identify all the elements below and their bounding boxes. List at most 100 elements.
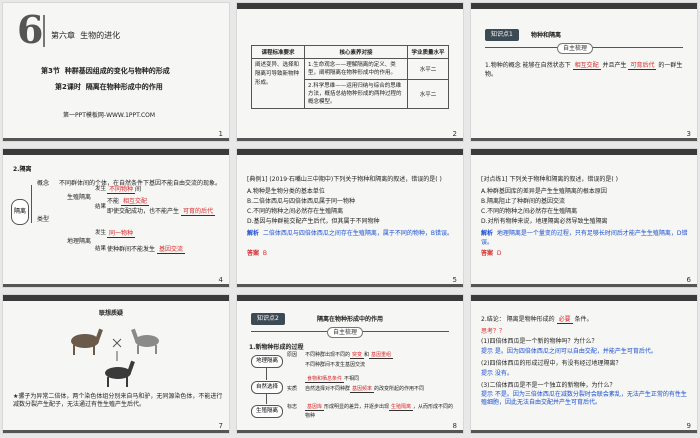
self-study-pill: 自主梳理: [557, 43, 594, 54]
table-cell: 水平二: [407, 79, 449, 109]
question-3: (3)二倍体西瓜是不是一个独立的新物种，为什么？: [481, 382, 616, 389]
slide-1-thumbnail[interactable]: 6 第六章 生物的进化 第3节 种群基因组成的变化与物种的形成 第2课时 隔离在…: [2, 2, 230, 142]
cause-row-2: 不同种群间不发生基因交流: [305, 362, 366, 368]
text-span: 间: [135, 186, 142, 193]
bottom-bar: [237, 284, 463, 287]
fill-blank: 基因频率: [350, 386, 375, 393]
text-span: 不能: [107, 198, 120, 205]
selection-row-2: 自然选择对不同种群 基因频率 的改变所起的作用不同: [305, 385, 424, 394]
mule-icon: [105, 360, 135, 387]
table-cell: 1.生命观念——理解隔离的定义、类型，阐明隔离在物种形成中的作用。: [304, 58, 408, 80]
chapter-big-number: 6: [17, 7, 44, 52]
cause-row-1: 不同种群出现不同的 突变和基因重组: [305, 351, 394, 360]
lesson-title: 隔离在物种形成中的作用: [85, 83, 163, 91]
answer-2: 提示 没有。: [481, 370, 513, 377]
bottom-bar: [3, 138, 229, 141]
question-stem: [典例1] (2019·石嘴山三中期中)下列关于物种和隔离的叙述，错误的是( ): [247, 176, 442, 183]
repro-result-row-1: 不能 相互交配: [107, 197, 149, 206]
fill-blank: 同一物种: [107, 230, 136, 238]
text-span: 形成明显的差异，并逐步出现: [324, 404, 390, 410]
fill-blank: 相互交配: [120, 198, 149, 206]
reproductive-isolation-node: 生殖隔离: [251, 405, 283, 418]
option-b: B.二倍体西瓜与四倍体西瓜属于同一物种: [247, 198, 356, 205]
option-c: C.不同的物种之间必然存在生殖隔离: [247, 208, 344, 215]
slide-7-thumbnail[interactable]: 联想质疑 ★骡子为异常二倍体，两个染色体组分别来自马和驴，无同源染色体，不能进行…: [2, 294, 230, 434]
top-bar: [471, 149, 697, 155]
table-row: 阐述变异、选择和隔离可导致新物种形成。 1.生命观念——理解隔离的定义、类型，阐…: [251, 58, 449, 109]
top-bar: [237, 295, 463, 301]
section-heading: 2.隔离: [13, 166, 32, 173]
option-d: D.对所有物种来说，地理隔离必然导致生殖隔离: [481, 218, 608, 225]
question-stem: [对点练1] 下列关于物种和隔离的叙述，错误的是( ): [481, 176, 618, 183]
slide-number: 6: [686, 276, 691, 284]
slide-number: 3: [686, 130, 691, 138]
geographic-isolation-node: 地理隔离: [251, 355, 283, 368]
option-d: D.基因与种群能交配产生后代，但其属于不同物种: [247, 218, 380, 225]
answer-line: 答案 B: [247, 249, 267, 258]
explain-label: 解析: [247, 230, 260, 237]
think-heading: 思考？？: [481, 328, 506, 335]
fill-blank: 食物和栖息条件: [305, 376, 345, 383]
fill-blank: 突变: [350, 352, 365, 359]
tab-title: 隔离在物种形成中的作用: [317, 316, 384, 323]
fill-blank: 可育的后代: [180, 208, 215, 216]
question-2: (2)四倍体西瓜的形成过程中，有没有经过地理隔离？: [481, 360, 622, 367]
slide-number: 9: [686, 422, 691, 430]
section-title: 种群基因组成的变化与物种的形成: [64, 67, 170, 75]
slide-6-thumbnail[interactable]: [对点练1] 下列关于物种和隔离的叙述，错误的是( ) A.种群基因库的差异是产…: [470, 148, 698, 288]
top-bar: [237, 149, 463, 155]
cross-symbol-icon: [112, 338, 122, 361]
slide-2-thumbnail[interactable]: 课程标准要求 核心素养对接 学业质量水平 阐述变异、选择和隔离可导致新物种形成。…: [236, 2, 464, 142]
donkey-icon: [131, 328, 159, 354]
geo-happen-row: 同一物种: [107, 229, 136, 238]
happen-label: 发生: [95, 186, 107, 192]
fill-blank: 基因交流: [156, 246, 185, 254]
fill-blank: 基因重组: [369, 352, 394, 359]
explain-text: 地理隔离是一个量变的过程，只有足够长时间后才能产生生殖隔离，D错误。: [481, 230, 688, 246]
geographic-isolation-node: 地理隔离: [67, 238, 92, 245]
slide-number: 4: [218, 276, 223, 284]
explain-label: 解析: [481, 230, 494, 237]
arrow-line: [266, 367, 267, 380]
option-a: A.种群基因库的差异是产生生殖隔离的根本原因: [481, 188, 607, 195]
slide-number: 8: [452, 422, 457, 430]
geo-result-row: 使种群间不能发生 基因交流: [107, 245, 185, 254]
bottom-bar: [471, 430, 697, 433]
option-a: A.物种是生物分类的基本单位: [247, 188, 325, 195]
essence-label: 实质: [287, 386, 298, 392]
text-span: 隔离是物种形成的: [506, 316, 555, 323]
bottom-bar: [471, 284, 697, 287]
slide-3-thumbnail[interactable]: 知识点1 物种和隔离 自主梳理 1.物种的概念 能够在自然状态下 相互交配 并且…: [470, 2, 698, 142]
section-line: 第3节 种群基因组成的变化与物种的形成: [41, 67, 170, 76]
answer-label: 答案: [247, 250, 260, 257]
happen-label: 发生: [95, 230, 107, 236]
knowledge-tab: 知识点1: [485, 29, 519, 41]
slide-9-thumbnail[interactable]: 2.结论： 隔离是物种形成的 必要 条件。 思考？？ (1)四倍体西瓜是一个新的…: [470, 294, 698, 434]
slide-number: 2: [452, 130, 457, 138]
text-span: 2.结论：: [481, 316, 505, 323]
text-span: 不相同: [344, 376, 360, 382]
marker-label: 标志: [287, 404, 298, 410]
slide-8-thumbnail[interactable]: 知识点2 隔离在物种形成中的作用 自主梳理 1.新物种形成的过程 地理隔离 自然…: [236, 294, 464, 434]
question-1: (1)四倍体西瓜是一个新的物种吗？为什么？: [481, 338, 598, 345]
top-bar: [3, 295, 229, 301]
answer-line: 答案 D: [481, 249, 501, 258]
table-header: 核心素养对接: [304, 45, 408, 59]
result-label: 结果: [95, 246, 107, 252]
answer-1: 提示 是。因为四倍体西瓜之间可以自由交配，并能产生可育后代。: [481, 348, 657, 355]
answer-3: 提示 不是。因为三倍体西瓜在减数分裂时会联会紊乱，无法产生正常的有性生殖细胞，因…: [481, 391, 687, 406]
slide-5-thumbnail[interactable]: [典例1] (2019·石嘴山三中期中)下列关于物种和隔离的叙述，错误的是( )…: [236, 148, 464, 288]
table-header: 学业质量水平: [407, 45, 449, 59]
slide-number: 1: [218, 130, 223, 138]
answer-value: D: [496, 250, 502, 257]
species-definition: 1.物种的概念 能够在自然状态下 相互交配 并且产生 可育后代 的一群生物。: [485, 61, 687, 79]
slide-number: 5: [452, 276, 457, 284]
table-header-row: 课程标准要求 核心素养对接 学业质量水平: [251, 45, 449, 59]
cause-label: 原因: [287, 352, 298, 358]
lesson-line: 第2课时 隔离在物种形成中的作用: [55, 83, 163, 92]
selection-row-1: 食物和栖息条件 不相同: [305, 375, 359, 384]
table-cell: 水平二: [407, 58, 449, 80]
slide-4-thumbnail[interactable]: 2.隔离 隔离 概念 不同群体间的个体，在自然条件下基因不能自由交流的现象。 类…: [2, 148, 230, 288]
fill-blank: 基因库: [305, 404, 325, 411]
explanation: 解析 二倍体西瓜与四倍体西瓜之间存在生殖隔离，属于不同的物种，B错误。: [247, 229, 457, 238]
